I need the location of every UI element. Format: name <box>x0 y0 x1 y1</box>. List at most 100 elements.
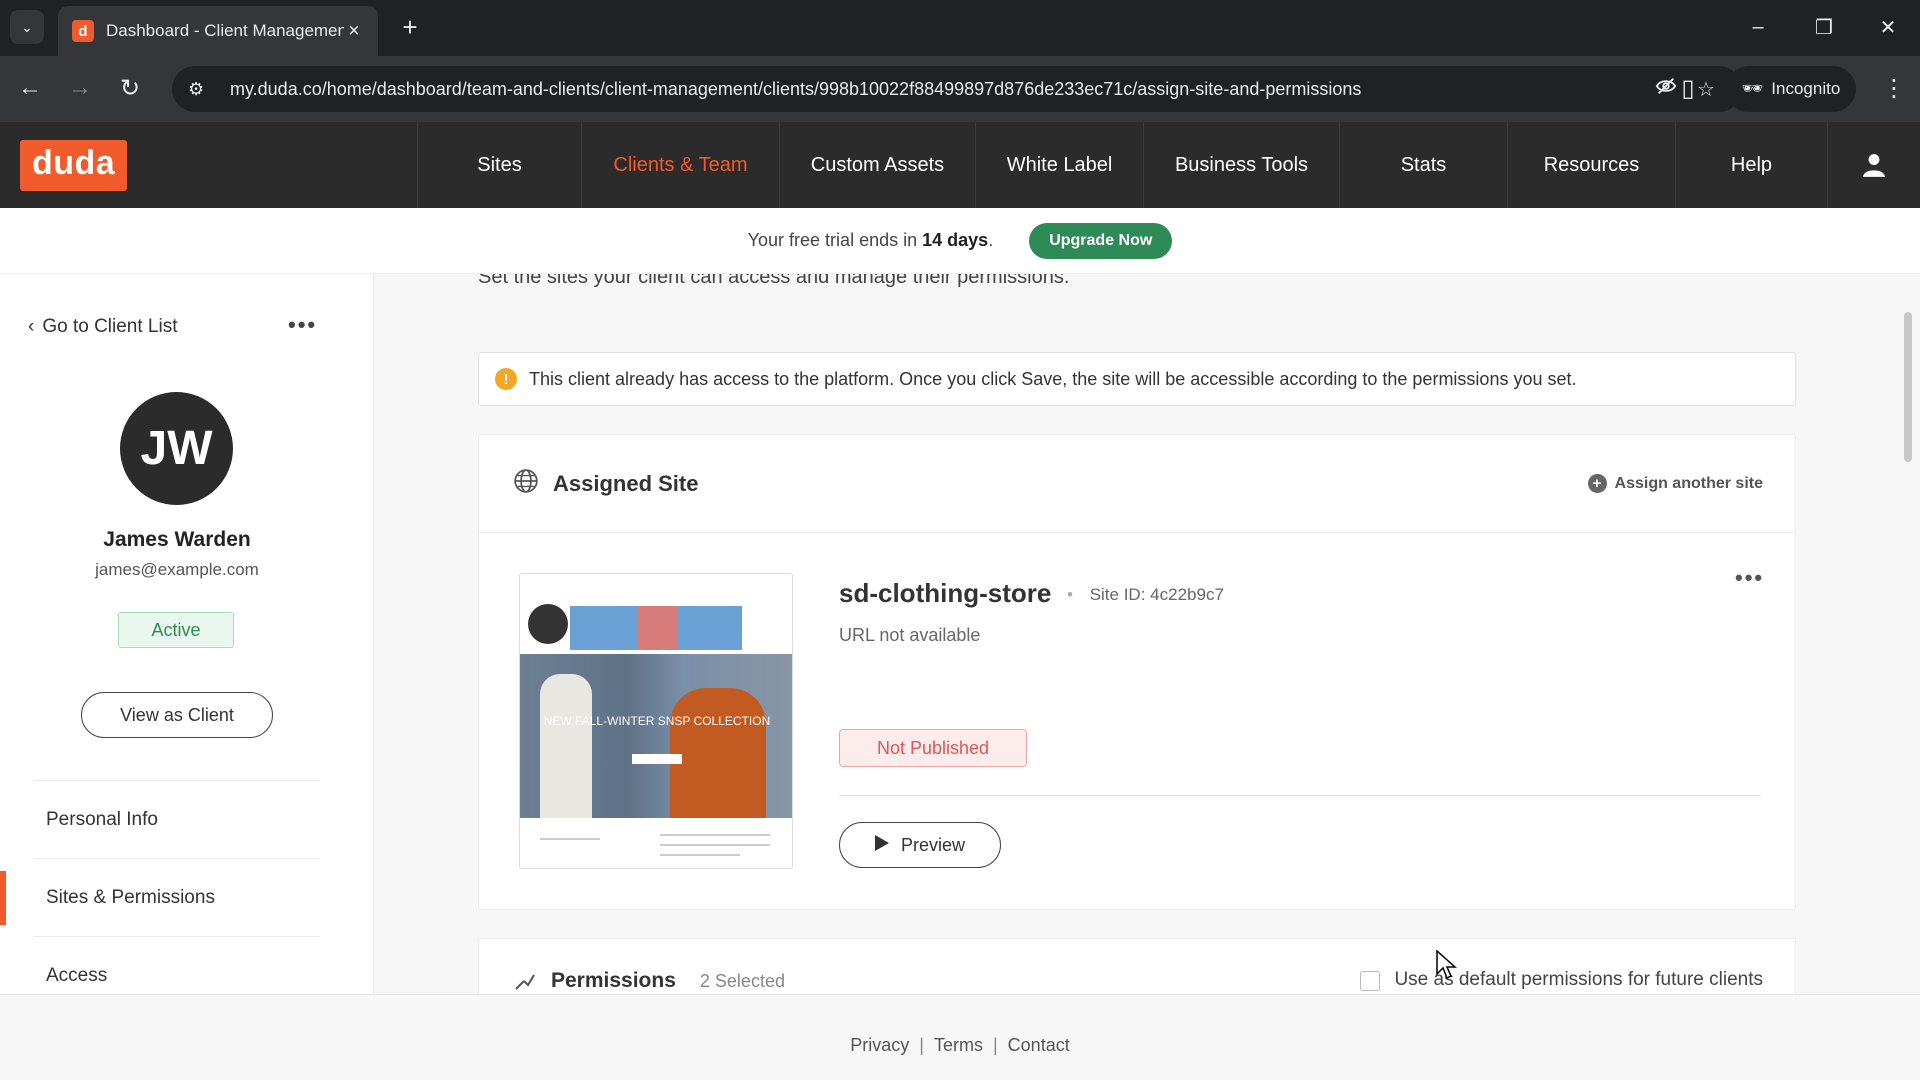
more-options-icon[interactable]: ••• <box>288 312 317 338</box>
reload-icon[interactable]: ↻ <box>112 70 148 106</box>
nav-stats[interactable]: Stats <box>1340 122 1508 208</box>
nav-custom-assets[interactable]: Custom Assets <box>780 122 976 208</box>
client-email: james@example.com <box>95 560 259 579</box>
back-arrow-icon[interactable]: ← <box>12 70 48 106</box>
site-more-options-icon[interactable]: ••• <box>1735 565 1764 591</box>
default-permissions-checkbox[interactable] <box>1360 971 1381 991</box>
trial-text: Your free trial ends in 14 days. <box>748 230 994 251</box>
tab-title: Dashboard - Client Management <box>106 21 344 40</box>
publish-status-badge: Not Published <box>839 729 1027 767</box>
permissions-count: 2 Selected <box>699 971 785 991</box>
assigned-site-header: Assigned Site + Assign another site <box>479 435 1795 533</box>
site-url-status: URL not available <box>839 625 981 645</box>
assign-another-site-button[interactable]: + Assign another site <box>1587 474 1763 493</box>
page-subtitle: Set the sites your client can access and… <box>478 274 1070 288</box>
thumbnail-line <box>660 844 770 846</box>
nav-help[interactable]: Help <box>1676 122 1828 208</box>
separator-dot: • <box>1067 585 1073 604</box>
browser-tabstrip: ⌄ d Dashboard - Client Management × + – … <box>0 0 1920 56</box>
site-info-icon[interactable]: ⚙ <box>188 79 216 100</box>
thumbnail-line <box>540 838 600 840</box>
sidebar-item-sites-permissions[interactable]: Sites & Permissions <box>0 858 320 936</box>
nav-sites[interactable]: Sites <box>418 122 582 208</box>
footer-terms-link[interactable]: Terms <box>934 1035 983 1056</box>
duda-favicon-icon: d <box>72 20 94 42</box>
sidebar-item-personal-info[interactable]: Personal Info <box>34 780 320 858</box>
notice-text: This client already has access to the pl… <box>529 368 1577 389</box>
assigned-site-title: Assigned Site <box>553 470 699 496</box>
thumbnail-line <box>660 834 770 836</box>
trial-suffix: . <box>988 230 994 250</box>
browser-menu-icon[interactable]: ⋮ <box>1876 70 1912 106</box>
browser-toolbar: ← → ↻ ⚙ my.duda.co/home/dashboard/team-a… <box>0 56 1920 122</box>
footer-contact-link[interactable]: Contact <box>1008 1035 1070 1056</box>
trial-days: 14 days <box>922 230 989 250</box>
thumbnail-logo <box>528 604 568 644</box>
thumbnail-hero-button <box>632 754 682 764</box>
nav-clients-team[interactable]: Clients & Team <box>582 122 780 208</box>
logo-area: duda <box>0 122 418 208</box>
minimize-icon[interactable]: – <box>1738 10 1778 44</box>
preview-label: Preview <box>900 834 966 855</box>
thumbnail-hero-text: NEW FALL-WINTER SNSP COLLECTION <box>543 714 771 728</box>
incognito-label: Incognito <box>1771 79 1841 98</box>
globe-icon <box>513 468 539 499</box>
nav-white-label[interactable]: White Label <box>976 122 1144 208</box>
duda-logo[interactable]: duda <box>20 139 128 191</box>
footer-privacy-link[interactable]: Privacy <box>850 1035 909 1056</box>
go-to-client-list-link[interactable]: ‹ Go to Client List <box>28 316 178 338</box>
permissions-section: Permissions 2 Selected Use as default pe… <box>478 938 1796 994</box>
browser-tab[interactable]: d Dashboard - Client Management × <box>58 6 378 56</box>
close-tab-icon[interactable]: × <box>344 20 364 43</box>
site-thumbnail[interactable]: NEW FALL-WINTER SNSP COLLECTION <box>519 573 793 869</box>
client-sidebar: ‹ Go to Client List ••• JW James Warden … <box>0 274 374 994</box>
assigned-site-card: Assigned Site + Assign another site NEW … <box>478 434 1796 910</box>
nav-resources[interactable]: Resources <box>1508 122 1676 208</box>
page-footer: Privacy | Terms | Contact <box>0 994 1920 1080</box>
sidebar-menu: Personal Info Sites & Permissions Access <box>0 780 320 1014</box>
incognito-icon: 🕶 <box>1741 79 1764 98</box>
chevron-left-icon: ‹ <box>28 316 35 337</box>
permissions-title: Permissions <box>551 969 676 992</box>
url-text[interactable]: my.duda.co/home/dashboard/team-and-clien… <box>230 79 1646 100</box>
thumbnail-line <box>660 854 740 856</box>
tab-search-icon[interactable]: ⌄ <box>10 10 44 44</box>
new-tab-icon[interactable]: + <box>395 12 425 42</box>
upgrade-now-button[interactable]: Upgrade Now <box>1029 222 1173 259</box>
mouse-cursor-icon <box>1436 949 1458 985</box>
status-badge: Active <box>118 612 234 648</box>
nav-business-tools[interactable]: Business Tools <box>1144 122 1340 208</box>
client-name: James Warden <box>103 528 251 551</box>
restore-icon[interactable]: ❐ <box>1804 10 1844 44</box>
assign-another-label: Assign another site <box>1614 474 1763 492</box>
side-panel-icon[interactable]: ▯ <box>1670 70 1706 106</box>
thumbnail-figure-left <box>540 674 592 818</box>
main-content: Set the sites your client can access and… <box>374 274 1920 994</box>
permissions-icon <box>513 969 537 994</box>
page-scrollbar[interactable] <box>1904 312 1912 462</box>
site-name: sd-clothing-store <box>839 578 1052 608</box>
view-as-client-button[interactable]: View as Client <box>81 692 273 738</box>
site-id: • Site ID: 4c22b9c7 <box>1067 585 1224 605</box>
footer-separator: | <box>992 1035 998 1055</box>
preview-button[interactable]: Preview <box>839 822 1001 868</box>
avatar: JW <box>120 392 233 505</box>
address-bar[interactable]: ⚙ my.duda.co/home/dashboard/team-and-cli… <box>172 66 1742 112</box>
site-id-label: Site ID: <box>1089 585 1146 604</box>
play-icon <box>874 834 889 856</box>
site-id-value: 4c22b9c7 <box>1150 585 1224 604</box>
trial-banner: Your free trial ends in 14 days. Upgrade… <box>0 208 1920 274</box>
trial-prefix: Your free trial ends in <box>747 230 918 250</box>
access-notice: ! This client already has access to the … <box>478 352 1796 406</box>
thumbnail-hero: NEW FALL-WINTER SNSP COLLECTION <box>520 654 792 818</box>
divider <box>839 795 1761 796</box>
back-link-label: Go to Client List <box>42 316 178 337</box>
close-window-icon[interactable]: ✕ <box>1868 10 1908 44</box>
thumbnail-model <box>638 606 678 650</box>
thumbnail-figure-right <box>670 688 766 818</box>
forward-arrow-icon[interactable]: → <box>62 70 98 106</box>
incognito-indicator[interactable]: 🕶 Incognito <box>1726 66 1856 112</box>
app-navbar: duda Sites Clients & Team Custom Assets … <box>0 122 1920 208</box>
thumbnail-footer <box>520 818 792 868</box>
user-account-icon[interactable] <box>1828 122 1920 208</box>
